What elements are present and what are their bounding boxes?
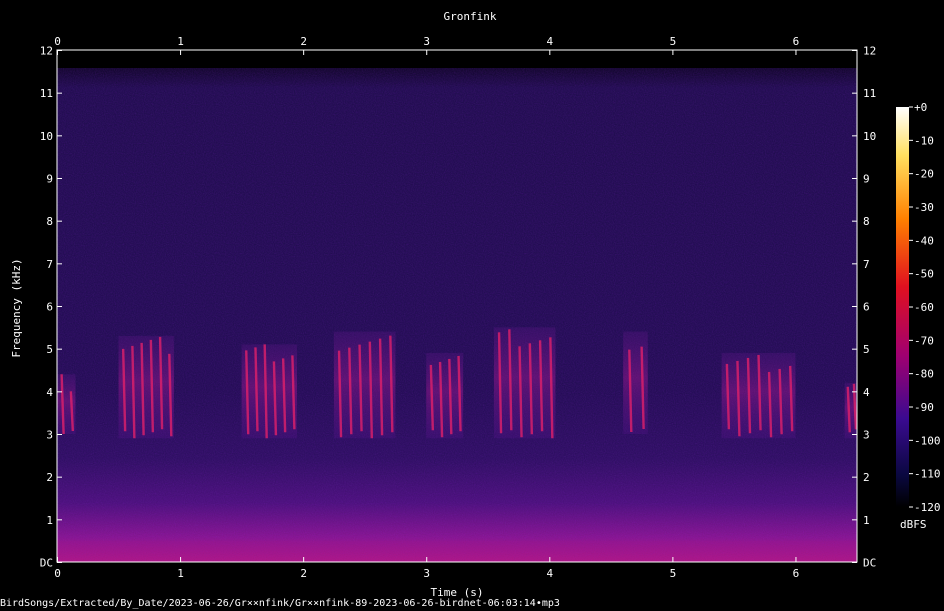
- colorbar-tick-label: -40: [914, 234, 934, 247]
- y-tick-label-right: 8: [863, 215, 870, 228]
- low-frequency-band: [57, 540, 857, 562]
- y-tick-label-right: 12: [863, 45, 876, 58]
- x-tick-label-bottom: 5: [670, 567, 677, 580]
- y-tick-label-left: 6: [46, 301, 53, 314]
- colorbar-label: dBFS: [900, 518, 927, 531]
- colorbar-tick-label: -30: [914, 201, 934, 214]
- colorbar-tick-label: -70: [914, 334, 934, 347]
- y-tick-label-left: 10: [40, 130, 53, 143]
- call-cluster-glow: [118, 335, 174, 439]
- y-tick-label-right: 11: [863, 87, 876, 100]
- x-tick-label-top: 4: [546, 35, 553, 48]
- call-cluster-glow: [241, 344, 297, 439]
- y-axis-title: Frequency (kHz): [10, 258, 23, 357]
- colorbar-ticks: +0 -10 -20 -30 -40 -50 -60 -70 -80 -90 -100 -110 -12…: [909, 101, 941, 514]
- colorbar: +0 -10 -20 -30 -40 -50 -60 -70 -80 -90 -100 -110 -12…: [896, 101, 941, 531]
- y-tick-label-right: 1: [863, 514, 870, 527]
- colorbar-tick-label: -110: [914, 468, 941, 481]
- y-tick-label-left: 7: [46, 258, 53, 271]
- x-tick-label-bottom: 3: [423, 567, 430, 580]
- y-tick-label-right: 10: [863, 130, 876, 143]
- y-tick-label-left: 5: [46, 343, 53, 356]
- call-cluster-glow: [493, 327, 556, 439]
- y-tick-label-right: 2: [863, 471, 870, 484]
- x-tick-label-bottom: 1: [177, 567, 184, 580]
- colorbar-gradient: [896, 107, 909, 507]
- x-tick-label-top: 6: [793, 35, 800, 48]
- y-tick-label-right: 4: [863, 386, 870, 399]
- colorbar-tick-label: -120: [914, 501, 941, 514]
- file-path-footer: BirdSongs/Extracted/By_Date/2023-06-26/G…: [0, 598, 560, 609]
- y-tick-label-left: 2: [46, 471, 53, 484]
- x-tick-label-top: 0: [54, 35, 61, 48]
- colorbar-tick-label: -100: [914, 434, 941, 447]
- x-tick-label-top: 5: [670, 35, 677, 48]
- y-tick-label-right: 6: [863, 301, 870, 314]
- colorbar-tick-label: +0: [914, 101, 927, 114]
- x-tick-label-top: 3: [423, 35, 430, 48]
- y-tick-label-right: 7: [863, 258, 870, 271]
- y-tick-label-left: 1: [46, 514, 53, 527]
- spectrogram-chart: 00112233445566 DC DC1 12 23 34 45 56 67 78 89 910 1…: [10, 10, 941, 598]
- call-cluster-glow: [333, 331, 396, 439]
- y-tick-label-right: 9: [863, 173, 870, 186]
- x-tick-label-top: 1: [177, 35, 184, 48]
- colorbar-tick-label: -20: [914, 168, 934, 181]
- y-tick-label-left: 12: [40, 45, 53, 58]
- x-tick-label-bottom: 6: [793, 567, 800, 580]
- y-tick-label-right: DC: [863, 557, 876, 570]
- y-tick-label-left: 3: [46, 429, 53, 442]
- y-tick-label-left: DC: [40, 557, 53, 570]
- y-tick-label-right: 5: [863, 343, 870, 356]
- colorbar-tick-label: -10: [914, 134, 934, 147]
- x-tick-label-top: 2: [300, 35, 307, 48]
- plot-area: [57, 50, 858, 562]
- colorbar-tick-label: -60: [914, 301, 934, 314]
- colorbar-tick-label: -50: [914, 268, 934, 281]
- x-tick-label-bottom: 4: [546, 567, 553, 580]
- y-tick-label-left: 11: [40, 87, 53, 100]
- colorbar-tick-label: -80: [914, 368, 934, 381]
- x-tick-label-bottom: 0: [54, 567, 61, 580]
- chart-title: Gronfink: [444, 10, 497, 23]
- x-tick-label-bottom: 2: [300, 567, 307, 580]
- y-tick-label-left: 8: [46, 215, 53, 228]
- y-tick-label-left: 9: [46, 173, 53, 186]
- y-tick-label-right: 3: [863, 429, 870, 442]
- spectrogram-noise: [57, 68, 857, 562]
- colorbar-tick-label: -90: [914, 401, 934, 414]
- y-tick-label-left: 4: [46, 386, 53, 399]
- x-axis-title: Time (s): [431, 586, 484, 598]
